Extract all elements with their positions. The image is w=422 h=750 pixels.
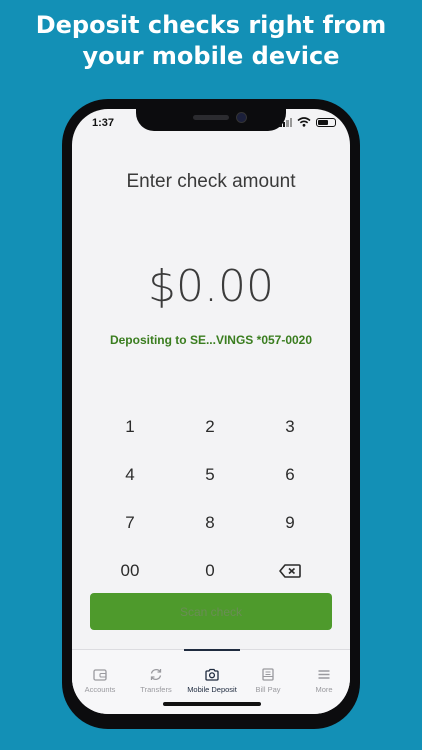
key-00[interactable]: 00 xyxy=(90,547,170,595)
phone-screen: 1:37 Enter check amount $0.00 Depositing… xyxy=(72,109,350,714)
battery-icon xyxy=(316,117,336,127)
key-9[interactable]: 9 xyxy=(250,499,330,547)
tab-accounts-label: Accounts xyxy=(84,685,116,694)
tab-more[interactable]: More xyxy=(296,650,350,694)
numeric-keypad: 1 2 3 4 5 6 7 8 9 00 0 xyxy=(90,403,332,595)
key-7[interactable]: 7 xyxy=(90,499,170,547)
notch xyxy=(136,109,286,131)
marketing-headline: Deposit checks right from your mobile de… xyxy=(0,10,422,72)
deposit-account[interactable]: Depositing to SE...VINGS *057-0020 xyxy=(72,333,350,347)
tab-mobile-deposit[interactable]: Mobile Deposit xyxy=(184,649,240,694)
home-indicator[interactable] xyxy=(163,702,261,706)
backspace-icon xyxy=(279,564,301,578)
amount-prompt: Enter check amount xyxy=(126,171,296,192)
key-1[interactable]: 1 xyxy=(90,403,170,451)
check-amount: $0.00 xyxy=(148,261,274,312)
tab-more-label: More xyxy=(315,685,333,694)
wifi-icon xyxy=(297,117,311,127)
key-5[interactable]: 5 xyxy=(170,451,250,499)
status-time: 1:37 xyxy=(92,117,115,129)
wallet-icon xyxy=(93,669,107,681)
tab-bill-pay-label: Bill Pay xyxy=(255,685,281,694)
key-3[interactable]: 3 xyxy=(250,403,330,451)
key-6[interactable]: 6 xyxy=(250,451,330,499)
status-icons xyxy=(279,117,336,127)
sync-arrows-icon xyxy=(150,669,162,680)
camera-icon xyxy=(205,668,219,681)
tab-transfers[interactable]: Transfers xyxy=(128,650,184,694)
scan-check-button[interactable]: Scan check xyxy=(90,593,332,630)
key-4[interactable]: 4 xyxy=(90,451,170,499)
tab-bill-pay[interactable]: Bill Pay xyxy=(240,650,296,694)
front-camera xyxy=(236,112,247,123)
key-2[interactable]: 2 xyxy=(170,403,250,451)
key-8[interactable]: 8 xyxy=(170,499,250,547)
bill-icon xyxy=(262,668,274,681)
menu-icon xyxy=(318,670,330,679)
tab-accounts[interactable]: Accounts xyxy=(72,650,128,694)
key-0[interactable]: 0 xyxy=(170,547,250,595)
tab-mobile-deposit-label: Mobile Deposit xyxy=(187,685,237,694)
backspace-key[interactable] xyxy=(250,547,330,595)
tab-transfers-label: Transfers xyxy=(140,685,172,694)
cellular-signal-icon xyxy=(279,117,292,127)
headline-line-2: your mobile device xyxy=(82,42,340,70)
speaker xyxy=(193,115,229,120)
headline-line-1: Deposit checks right from xyxy=(35,11,387,39)
